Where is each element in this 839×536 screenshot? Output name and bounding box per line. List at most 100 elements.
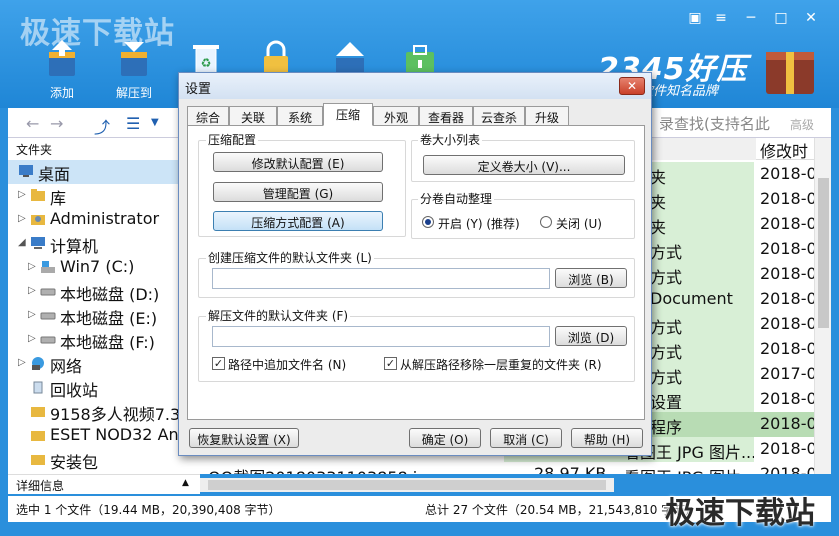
add-icon bbox=[49, 40, 75, 76]
details-toggle[interactable]: 详细信息 ▲ bbox=[8, 474, 200, 494]
compress-config-label: 压缩配置 bbox=[206, 131, 259, 148]
expand-arrow-icon[interactable]: ▷ bbox=[28, 261, 36, 272]
add-button[interactable]: 添加 bbox=[35, 38, 89, 101]
close-button[interactable]: ✕ bbox=[800, 10, 822, 26]
tab-viewer[interactable]: 查看器 bbox=[419, 106, 473, 126]
up-folder-icon[interactable]: ⤴ bbox=[94, 114, 110, 138]
append-filename-checkbox[interactable]: ✓ bbox=[212, 357, 225, 370]
table-row[interactable]: QQ截图20180331103858.jpg 28.97 KB 看图王 JPG … bbox=[200, 462, 831, 474]
tree-item-label: 本地磁盘 (E:) bbox=[60, 309, 158, 328]
horizontal-scrollbar[interactable] bbox=[200, 478, 614, 492]
column-header-modified[interactable]: 修改时 bbox=[760, 138, 808, 162]
split-auto-on-radio[interactable] bbox=[422, 216, 434, 228]
column-header-type[interactable] bbox=[652, 138, 756, 160]
minimize-button[interactable]: ─ bbox=[740, 10, 762, 26]
tree-item-label: 本地磁盘 (F:) bbox=[60, 333, 155, 352]
tree-item-label: 网络 bbox=[50, 357, 83, 376]
expand-arrow-icon[interactable]: ▷ bbox=[28, 309, 36, 320]
expand-arrow-icon[interactable]: ▷ bbox=[28, 333, 36, 344]
manage-config-button[interactable]: 管理配置 (G) bbox=[213, 182, 383, 202]
tree-item-recycle-bin[interactable]: 回收站 bbox=[8, 376, 200, 400]
vertical-scrollbar[interactable] bbox=[814, 138, 831, 474]
scrollbar-thumb[interactable] bbox=[208, 480, 606, 490]
compress-method-config-button[interactable]: 压缩方式配置 (A) bbox=[213, 211, 383, 231]
extract-label: 解压到 bbox=[115, 86, 152, 100]
view-dropdown-icon[interactable]: ▼ bbox=[151, 117, 159, 128]
advanced-search-link[interactable]: 高级 bbox=[790, 116, 814, 133]
tree-item-library[interactable]: ▷ 库 bbox=[8, 184, 200, 208]
folder-tree-header: 文件夹 bbox=[16, 143, 53, 157]
tree-item-folder[interactable]: 9158多人视频7.32 bbox=[8, 400, 200, 424]
extract-folder-label: 解压文件的默认文件夹 (F) bbox=[206, 307, 351, 324]
expand-arrow-icon[interactable]: ▷ bbox=[18, 213, 26, 224]
forward-icon[interactable]: → bbox=[50, 114, 63, 133]
dialog-titlebar: 设置 ✕ bbox=[179, 73, 651, 99]
tree-item-label: 计算机 bbox=[50, 237, 99, 256]
remove-duplicate-folder-checkbox[interactable]: ✓ bbox=[384, 357, 397, 370]
tree-item-computer[interactable]: ◢ 计算机 bbox=[8, 232, 200, 256]
extract-folder-input[interactable] bbox=[212, 326, 550, 347]
tree-item-administrator[interactable]: ▷ Administrator bbox=[8, 208, 200, 232]
tab-cloud-scan[interactable]: 云查杀 bbox=[473, 106, 525, 126]
split-auto-off-radio[interactable] bbox=[540, 216, 552, 228]
compress-settings-panel: 压缩配置 修改默认配置 (E) 管理配置 (G) 压缩方式配置 (A) 卷大小列… bbox=[187, 125, 645, 420]
status-total: 总计 27 个文件（20.54 MB，21,543,810 字节） bbox=[425, 503, 698, 517]
disk-icon bbox=[40, 312, 56, 320]
expand-arrow-icon[interactable]: ▷ bbox=[28, 285, 36, 296]
computer-icon bbox=[31, 237, 45, 249]
help-button[interactable]: 帮助 (H) bbox=[571, 428, 643, 448]
ok-button[interactable]: 确定 (O) bbox=[409, 428, 481, 448]
extract-button[interactable]: 解压到 bbox=[107, 38, 161, 101]
folder-icon bbox=[31, 455, 45, 465]
disk-icon bbox=[40, 336, 56, 344]
back-icon[interactable]: ← bbox=[26, 114, 39, 133]
chevron-up-icon: ▲ bbox=[182, 478, 189, 488]
tree-item-label: 回收站 bbox=[50, 381, 99, 400]
tree-item-drive-f[interactable]: ▷ 本地磁盘 (F:) bbox=[8, 328, 200, 352]
maximize-button[interactable]: □ bbox=[770, 10, 792, 26]
cancel-button[interactable]: 取消 (C) bbox=[490, 428, 562, 448]
expand-arrow-icon[interactable]: ▷ bbox=[18, 357, 26, 368]
library-icon bbox=[31, 189, 45, 201]
tree-item-network[interactable]: ▷ 网络 bbox=[8, 352, 200, 376]
tab-appearance[interactable]: 外观 bbox=[373, 106, 419, 126]
define-volume-size-button[interactable]: 定义卷大小 (V)... bbox=[423, 155, 625, 175]
tree-item-drive-d[interactable]: ▷ 本地磁盘 (D:) bbox=[8, 280, 200, 304]
create-folder-input[interactable] bbox=[212, 268, 550, 289]
tree-item-folder[interactable]: ESET NOD32 Anti bbox=[8, 424, 200, 448]
tab-association[interactable]: 关联 bbox=[229, 106, 277, 126]
file-name-cell: QQ截图20180331103858.jpg bbox=[208, 464, 438, 474]
details-label: 详细信息 bbox=[16, 479, 65, 493]
dialog-close-button[interactable]: ✕ bbox=[619, 77, 645, 95]
restore-defaults-button[interactable]: 恢复默认设置 (X) bbox=[189, 428, 299, 448]
expand-arrow-icon[interactable]: ▷ bbox=[18, 189, 26, 200]
append-filename-label[interactable]: 路径中追加文件名 (N) bbox=[228, 356, 346, 373]
file-type-cell: 看图王 JPG 图片... bbox=[504, 462, 754, 474]
user-folder-icon bbox=[31, 215, 45, 225]
disk-icon bbox=[40, 288, 56, 296]
remove-duplicate-folder-label[interactable]: 从解压路径移除一层重复的文件夹 (R) bbox=[400, 356, 602, 373]
tab-upgrade[interactable]: 升级 bbox=[525, 106, 569, 126]
extract-folder-browse-button[interactable]: 浏览 (D) bbox=[555, 326, 627, 346]
tree-item-drive-c[interactable]: ▷ Win7 (C:) bbox=[8, 256, 200, 280]
scrollbar-thumb[interactable] bbox=[818, 178, 829, 328]
tree-item-desktop[interactable]: 桌面 bbox=[8, 160, 200, 184]
message-icon[interactable]: ▣ bbox=[684, 10, 706, 26]
tree-item-label: Administrator bbox=[50, 209, 160, 228]
tree-item-folder[interactable]: 安装包 bbox=[8, 448, 200, 472]
collapse-arrow-icon[interactable]: ◢ bbox=[18, 237, 26, 248]
split-auto-off-label[interactable]: 关闭 (U) bbox=[556, 215, 602, 232]
tab-general[interactable]: 综合 bbox=[187, 106, 229, 126]
tree-item-drive-e[interactable]: ▷ 本地磁盘 (E:) bbox=[8, 304, 200, 328]
view-mode-icon[interactable]: ☰ bbox=[126, 114, 140, 133]
dialog-title: 设置 bbox=[185, 82, 212, 97]
edit-default-config-button[interactable]: 修改默认配置 (E) bbox=[213, 152, 383, 172]
folder-icon bbox=[31, 407, 45, 417]
menu-icon[interactable]: ≡ bbox=[710, 10, 732, 26]
folder-tree: 文件夹 桌面 ▷ 库 ▷ Administrator ◢ 计算机 ▷ Win7 … bbox=[8, 138, 200, 474]
create-folder-browse-button[interactable]: 浏览 (B) bbox=[555, 268, 627, 288]
system-drive-icon bbox=[41, 261, 55, 273]
split-auto-on-label[interactable]: 开启 (Y) (推荐) bbox=[438, 215, 520, 232]
tab-system[interactable]: 系统 bbox=[277, 106, 323, 126]
tab-compress[interactable]: 压缩 bbox=[323, 103, 373, 126]
